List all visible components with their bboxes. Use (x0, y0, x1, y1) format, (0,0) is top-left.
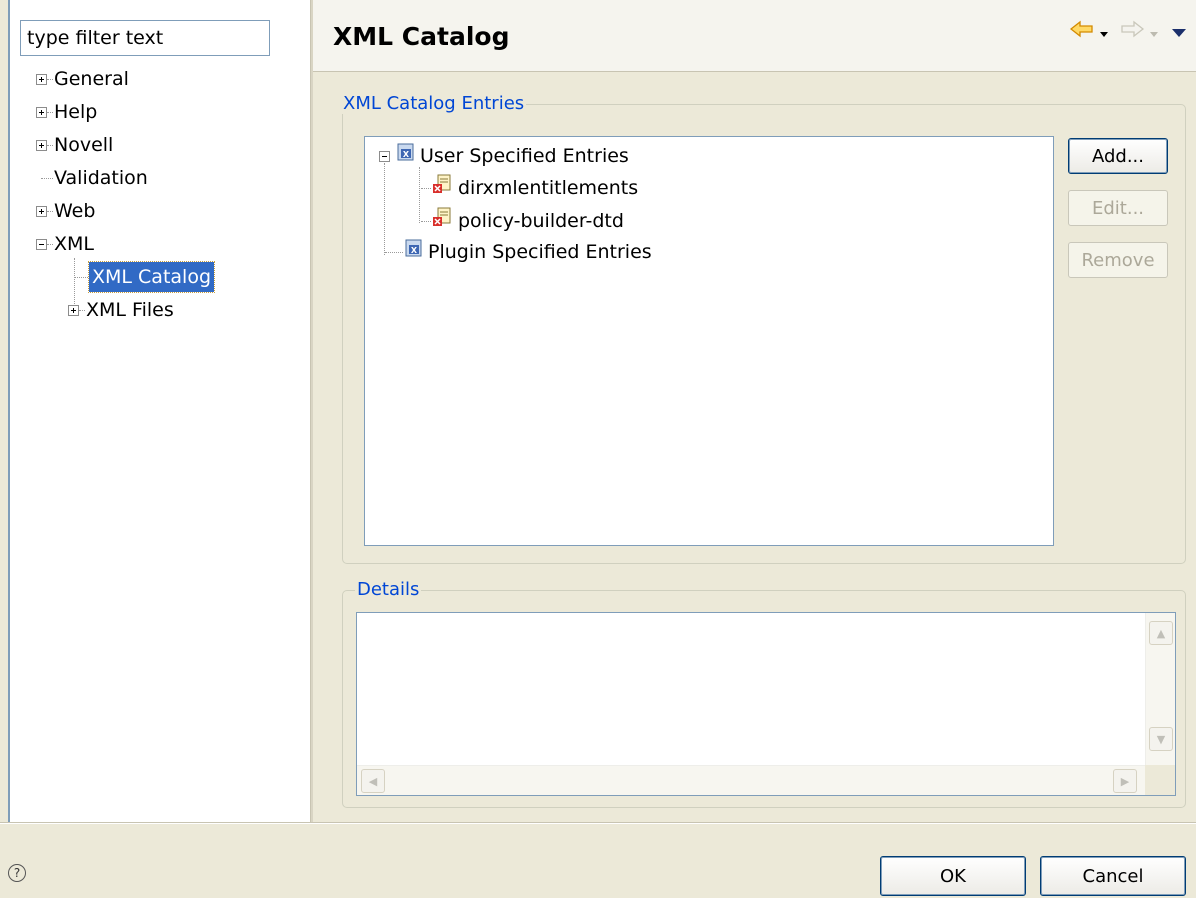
forward-arrow-icon[interactable] (1120, 20, 1145, 43)
scroll-corner (1145, 765, 1175, 795)
tree-item-label: Novell (54, 134, 114, 156)
collapse-minus-icon[interactable] (36, 238, 47, 250)
tree-item-xml-files[interactable]: XML Files (68, 295, 174, 325)
tree-node-label: User Specified Entries (420, 145, 629, 167)
catalog-icon: X (396, 141, 416, 171)
tree-node-dirxmlentitlements[interactable]: dirxmlentitlements (421, 173, 638, 203)
svg-text:X: X (411, 246, 418, 255)
tree-item-xml[interactable]: XML (36, 229, 94, 259)
cancel-button[interactable]: Cancel (1040, 856, 1186, 896)
pane-sash[interactable] (310, 0, 313, 822)
expand-plus-icon[interactable] (36, 205, 47, 217)
filter-input[interactable] (20, 20, 270, 56)
catalog-entry-icon (432, 173, 452, 203)
tree-item-label: General (54, 68, 129, 90)
footer-separator (0, 822, 1196, 824)
add-button[interactable]: Add... (1068, 138, 1168, 174)
tree-item-novell[interactable]: Novell (36, 130, 113, 160)
collapse-minus-icon[interactable] (379, 150, 390, 162)
tree-item-label: Validation (54, 167, 148, 189)
tree-item-general[interactable]: General (36, 64, 129, 94)
tree-item-validation[interactable]: Validation (36, 163, 148, 193)
tree-item-label: Help (54, 101, 98, 123)
scroll-right-icon[interactable]: ▶ (1113, 769, 1137, 793)
forward-dropdown-icon[interactable] (1150, 21, 1158, 43)
expand-plus-icon[interactable] (36, 106, 47, 118)
expand-plus-icon[interactable] (68, 304, 79, 316)
tree-item-label: XML Catalog (87, 261, 216, 293)
preferences-dialog: General Help Novell Validation Web XML X… (0, 0, 1196, 898)
catalog-entry-icon (432, 206, 452, 236)
back-dropdown-icon[interactable] (1100, 21, 1108, 43)
history-nav (1069, 20, 1186, 43)
tree-node-label: Plugin Specified Entries (428, 241, 652, 263)
catalog-icon: X (404, 237, 424, 267)
svg-text:X: X (403, 150, 410, 159)
tree-node-user-entries[interactable]: X User Specified Entries (379, 141, 629, 171)
tree-guide-line (419, 167, 420, 223)
ok-button[interactable]: OK (880, 856, 1026, 896)
tree-node-label: policy-builder-dtd (458, 210, 624, 232)
tree-node-policy-builder-dtd[interactable]: policy-builder-dtd (421, 206, 624, 236)
tree-node-label: dirxmlentitlements (458, 177, 639, 199)
page-header: XML Catalog (313, 0, 1196, 72)
back-arrow-icon[interactable] (1069, 20, 1094, 43)
expand-plus-icon[interactable] (36, 73, 47, 85)
scroll-left-icon[interactable]: ◀ (361, 769, 385, 793)
horizontal-scrollbar[interactable]: ◀ ▶ (357, 765, 1145, 795)
tree-item-label: Web (54, 200, 96, 222)
scroll-up-icon[interactable]: ▲ (1149, 621, 1173, 645)
tree-item-help[interactable]: Help (36, 97, 97, 127)
expand-plus-icon[interactable] (36, 139, 47, 151)
help-icon[interactable]: ? (8, 864, 26, 882)
tree-item-label: XML Files (86, 299, 174, 321)
vertical-scrollbar[interactable]: ▲ ▼ (1145, 613, 1175, 765)
tree-node-plugin-entries[interactable]: X Plugin Specified Entries (385, 237, 652, 267)
scroll-down-icon[interactable]: ▼ (1149, 727, 1173, 751)
tree-item-xml-catalog[interactable]: XML Catalog (74, 261, 216, 293)
details-text-area[interactable]: ▲ ▼ ◀ ▶ (356, 612, 1176, 796)
tree-item-label: XML (54, 233, 94, 255)
edit-button[interactable]: Edit... (1068, 190, 1168, 226)
catalog-entries-tree[interactable]: X User Specified Entries dirxmlentitleme… (364, 136, 1054, 546)
page-title: XML Catalog (333, 22, 510, 51)
details-group-label: Details (355, 579, 422, 600)
remove-button[interactable]: Remove (1068, 242, 1168, 278)
view-menu-icon[interactable] (1172, 21, 1186, 43)
preferences-nav-pane: General Help Novell Validation Web XML X… (8, 0, 310, 822)
tree-item-web[interactable]: Web (36, 196, 95, 226)
entries-group-label: XML Catalog Entries (341, 93, 527, 114)
